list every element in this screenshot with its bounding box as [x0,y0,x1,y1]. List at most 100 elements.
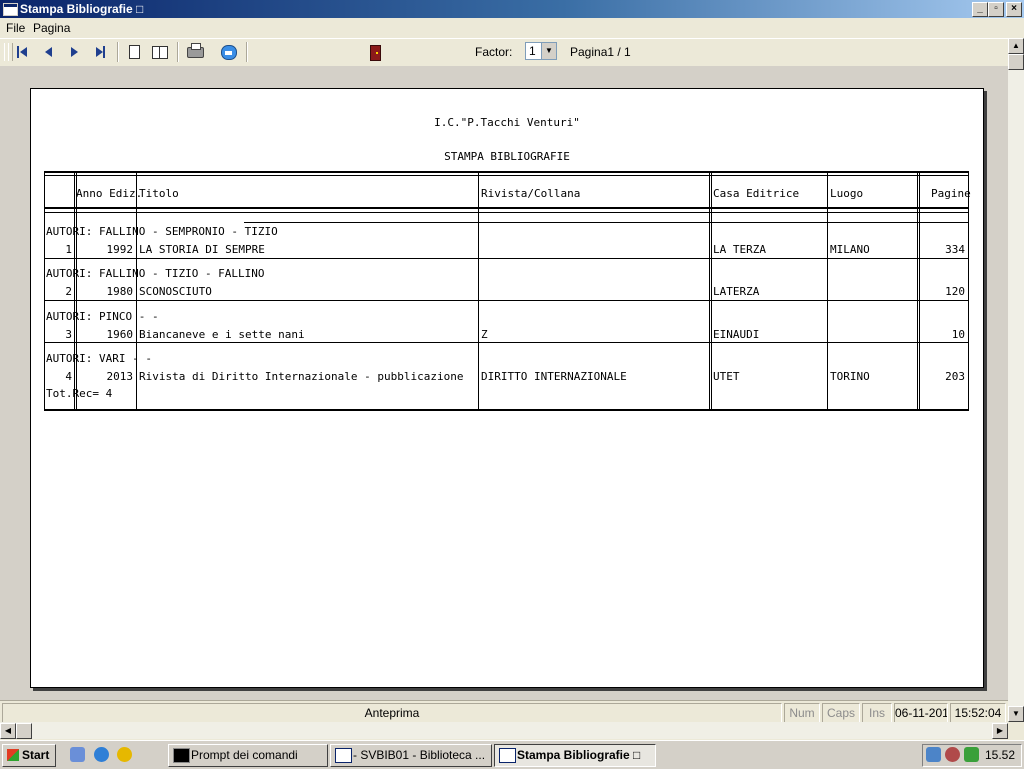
report-institution: I.C."P.Tacchi Venturi" [434,116,580,129]
toolbar-separator [246,42,248,62]
horizontal-scroll-thumb[interactable] [16,723,32,739]
command-prompt-icon [173,748,190,763]
update-icon[interactable] [964,747,979,762]
status-num: Num [784,703,820,723]
table-cell-publisher: EINAUDI [713,328,760,341]
column-header-series: Rivista/Collana [481,187,581,200]
security-icon[interactable] [945,747,960,762]
close-button[interactable]: × [1006,2,1022,17]
table-cell-title: Rivista di Diritto Internazionale - pubb… [139,370,464,383]
status-date: 06-11-2015 [894,703,948,723]
table-cell-series: Z [481,328,488,341]
table-row-authors: AUTORI: FALLINO - SEMPRONIO - TIZIO [46,225,278,238]
task-biblioteca[interactable]: - SVBIB01 - Biblioteca ... [330,744,492,767]
table-row-authors: AUTORI: FALLINO - TIZIO - FALLINO [46,267,265,280]
table-cell-pages: 203 [945,370,965,383]
last-page-button[interactable] [91,42,111,62]
print-setup-button[interactable] [219,42,239,62]
status-mode: Anteprima [2,703,782,723]
table-cell-publisher: LA TERZA [713,243,766,256]
total-records: Tot.Rec= 4 [46,387,113,400]
preview-area[interactable]: I.C."P.Tacchi Venturi" STAMPA BIBLIOGRAF… [0,66,1008,700]
next-page-icon [71,47,78,57]
vertical-scrollbar[interactable]: ▲ ▼ [1008,38,1024,722]
print-button[interactable] [185,42,205,62]
status-ins: Ins [862,703,892,723]
minimize-button[interactable]: _ [972,2,988,17]
title-bar[interactable]: Stampa Bibliografie □ _ ▫ × [0,0,1024,18]
report-title: STAMPA BIBLIOGRAFIE [444,150,570,163]
table-cell-title: Biancaneve e i sette nani [139,328,305,341]
table-row-number: 3 [65,328,72,341]
menu-bar: File Pagina [0,18,1024,38]
table-cell-publisher: LATERZA [713,285,760,298]
factor-select[interactable]: 1 ▼ [525,42,557,60]
table-cell-place: TORINO [830,370,870,383]
table-cell-publisher: UTET [713,370,740,383]
app-icon [3,3,18,16]
toolbar-separator [177,42,179,62]
table-row-authors: AUTORI: PINCO - - [46,310,159,323]
last-page-icon [96,47,103,57]
first-page-button[interactable] [13,42,33,62]
report-page: I.C."P.Tacchi Venturi" STAMPA BIBLIOGRAF… [30,88,984,688]
task-stampa-bibliografie[interactable]: Stampa Bibliografie □ [494,744,656,767]
toolbar: Factor: 1 ▼ Pagina1 / 1 [0,38,1008,67]
prev-page-icon [45,47,52,57]
menu-pagina[interactable]: Pagina [33,21,70,35]
table-cell-pages: 334 [945,243,965,256]
restore-button[interactable]: ▫ [988,2,1004,17]
page-indicator: Pagina1 / 1 [570,45,631,59]
next-page-button[interactable] [64,42,84,62]
table-cell-series: DIRITTO INTERNAZIONALE [481,370,627,383]
table-cell-place: MILANO [830,243,870,256]
table-cell-year: 2013 [106,370,134,383]
task-command-prompt[interactable]: Prompt dei comandi [168,744,328,767]
factor-value: 1 [529,44,536,58]
table-row-number: 1 [65,243,72,256]
clock[interactable]: 15.52 [985,748,1015,762]
printer-icon [187,43,204,58]
internet-explorer-icon[interactable] [94,747,109,762]
table-row-authors: AUTORI: VARI - - [46,352,152,365]
menu-file[interactable]: File [6,21,25,35]
table-cell-pages: 120 [945,285,965,298]
scroll-left-button[interactable]: ◀ [0,723,16,739]
table-cell-pages: 10 [951,328,965,341]
network-icon[interactable] [926,747,941,762]
horizontal-scrollbar[interactable]: ◀ ▶ [0,722,1008,739]
single-page-icon [129,45,140,59]
table-cell-title: SCONOSCIUTO [139,285,212,298]
media-player-icon[interactable] [117,747,132,762]
single-page-button[interactable] [124,42,144,62]
exit-button[interactable] [365,42,385,62]
table-cell-year: 1992 [106,243,134,256]
prev-page-button[interactable] [39,42,59,62]
column-header-title: Titolo [139,187,179,200]
table-row-number: 2 [65,285,72,298]
window-icon [499,748,516,763]
scroll-down-button[interactable]: ▼ [1008,706,1024,722]
print-setup-icon [221,45,237,60]
start-button[interactable]: Start [2,744,56,767]
column-header-pages: Pagine [931,187,971,200]
windows-logo-icon [7,749,19,761]
exit-icon [370,45,381,61]
status-caps: Caps [822,703,860,723]
toolbar-separator [117,42,119,62]
start-label: Start [22,748,50,762]
table-row-number: 4 [65,370,72,383]
taskbar: Start Prompt dei comandi - SVBIB01 - Bib… [0,740,1024,769]
table-cell-year: 1960 [106,328,134,341]
factor-label: Factor: [475,45,513,59]
column-header-place: Luogo [830,187,864,200]
table-cell-title: LA STORIA DI SEMPRE [139,243,265,256]
chevron-down-icon[interactable]: ▼ [541,43,556,59]
two-pages-button[interactable] [150,42,170,62]
scroll-up-button[interactable]: ▲ [1008,38,1024,54]
vertical-scroll-thumb[interactable] [1008,54,1024,70]
window-icon [335,748,352,763]
window-title: Stampa Bibliografie □ [20,2,144,16]
scroll-right-button[interactable]: ▶ [992,723,1008,739]
show-desktop-icon[interactable] [70,747,85,762]
